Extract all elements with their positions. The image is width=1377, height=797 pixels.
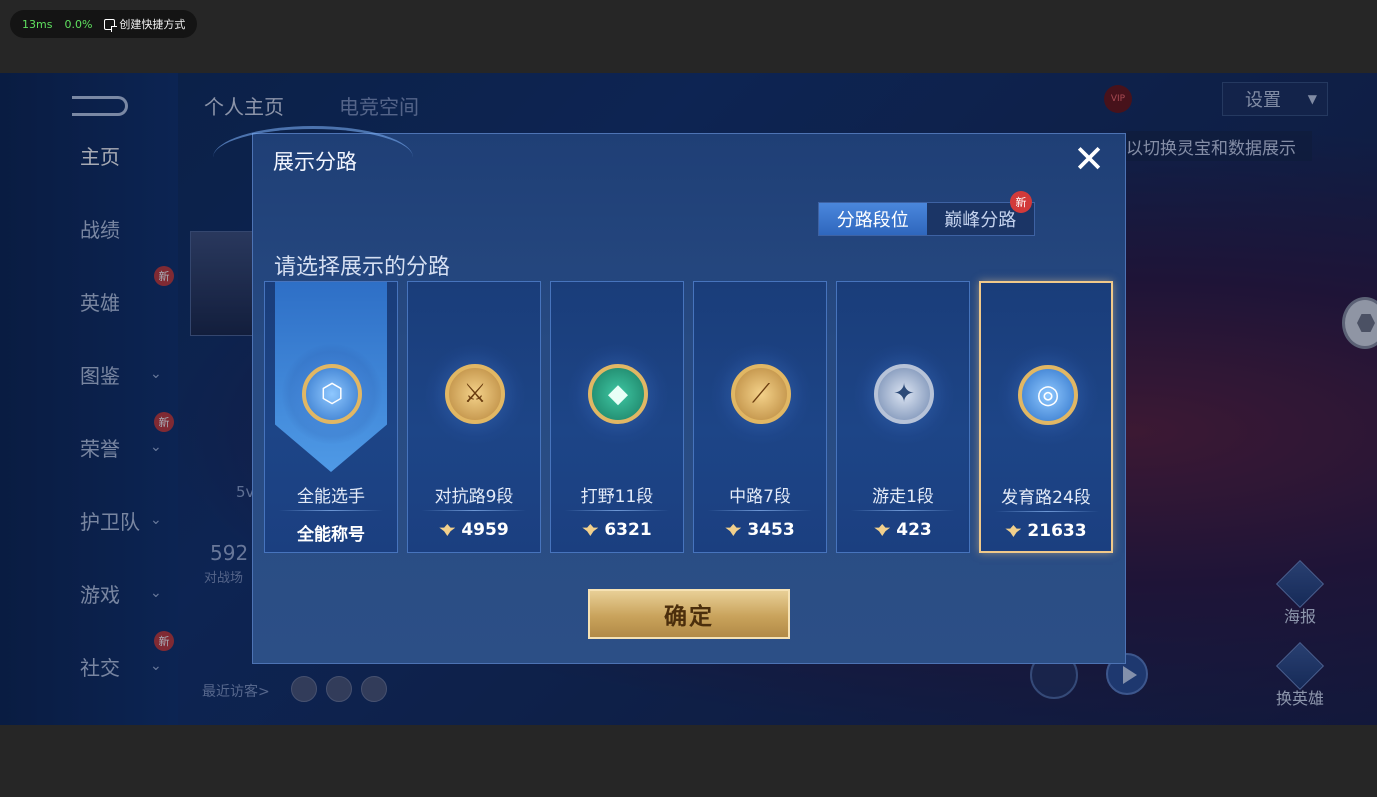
lane-name: 中路7段: [729, 487, 791, 507]
emblem-glow: ◆: [568, 344, 668, 444]
lane-card[interactable]: ⬡ 全能选手全能称号: [264, 281, 398, 553]
emulator-topbar: 13ms 0.0% 创建快捷方式: [0, 0, 1377, 73]
lane-card[interactable]: ⚔ 对抗路9段 4959: [407, 281, 541, 553]
lane-card[interactable]: ⟋ 中路7段 3453: [693, 281, 827, 553]
emblem-glow: ✦: [854, 344, 954, 444]
confirm-button[interactable]: 确定: [588, 589, 790, 639]
lane-score: 4959: [408, 520, 540, 540]
select-lane-prompt: 请选择展示的分路: [274, 255, 451, 280]
cpu-text: 0.0%: [64, 17, 93, 31]
shortcut-icon: [104, 18, 118, 32]
new-badge: 新: [1010, 191, 1032, 213]
lane-score-value: 4959: [461, 520, 509, 540]
dialog-title: 展示分路: [273, 150, 357, 174]
lane-emblem-icon: ✦: [874, 364, 934, 424]
lane-emblem-icon: ⚔: [445, 364, 505, 424]
lane-type-segmented: 分路段位 巅峰分路: [818, 202, 1035, 236]
create-shortcut-label: 创建快捷方式: [119, 18, 186, 31]
lane-score-value: 6321: [604, 520, 652, 540]
game-screen: 主页 战绩 英雄新图鉴 ⌄ 荣誉 ⌄ 新护卫队 ⌄ 游戏 ⌄ 社交 ⌄ 新 个人主页 电竞空间 VIP …: [0, 73, 1377, 725]
lane-score: 6321: [551, 520, 683, 540]
tab-lane-rank[interactable]: 分路段位: [819, 203, 927, 235]
lane-name: 打野11段: [580, 487, 654, 507]
lane-name: 游走1段: [872, 487, 934, 507]
lane-name: 发育路24段: [1001, 488, 1091, 508]
card-divider: [565, 510, 669, 511]
lane-score-value: 423: [896, 520, 932, 540]
emblem-glow: ⚔: [425, 344, 525, 444]
card-divider: [708, 510, 812, 511]
lane-score-value: 21633: [1027, 521, 1087, 541]
lane-card[interactable]: ✦ 游走1段 423: [836, 281, 970, 553]
create-shortcut-button[interactable]: 创建快捷方式: [104, 16, 185, 32]
lane-score: 全能称号: [265, 520, 397, 545]
score-icon: [582, 524, 599, 536]
emulator-bottombar: [0, 725, 1377, 797]
emblem-glow: ◎: [998, 345, 1098, 445]
lane-name: 全能选手: [297, 487, 365, 507]
close-icon[interactable]: ✕: [1071, 140, 1107, 178]
card-divider: [279, 510, 383, 511]
score-icon: [1005, 525, 1022, 537]
score-icon: [874, 524, 891, 536]
lane-score-value: 3453: [747, 520, 795, 540]
score-icon: [439, 524, 456, 536]
emblem-glow: ⬡: [282, 344, 382, 444]
card-divider: [422, 510, 526, 511]
lane-score-value: 全能称号: [297, 525, 365, 545]
performance-overlay: 13ms 0.0% 创建快捷方式: [10, 10, 198, 38]
latency-text: 13ms: [22, 17, 53, 31]
score-icon: [725, 524, 742, 536]
lane-display-dialog: 展示分路 ✕ 分路段位 巅峰分路 新 请选择展示的分路 ⬡ 全能选手全能称号 ⚔ 对抗…: [213, 126, 1126, 664]
lane-score: 423: [837, 520, 969, 540]
lane-card[interactable]: ◎ 发育路24段 21633: [979, 281, 1113, 553]
lane-emblem-icon: ◆: [588, 364, 648, 424]
lane-emblem-icon: ⬡: [302, 364, 362, 424]
emblem-glow: ⟋: [711, 344, 811, 444]
lane-score: 21633: [981, 521, 1111, 541]
lane-score: 3453: [694, 520, 826, 540]
card-divider: [851, 510, 955, 511]
lane-emblem-icon: ⟋: [731, 364, 791, 424]
lane-name: 对抗路9段: [434, 487, 514, 507]
card-divider: [995, 511, 1099, 512]
lane-emblem-icon: ◎: [1018, 365, 1078, 425]
lane-card[interactable]: ◆ 打野11段 6321: [550, 281, 684, 553]
